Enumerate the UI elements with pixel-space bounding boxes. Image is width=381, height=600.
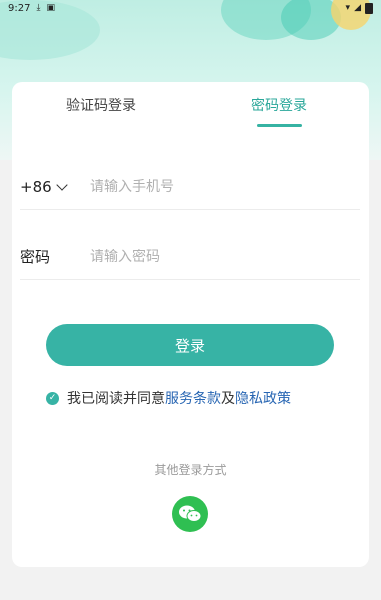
password-row: 密码: [20, 234, 360, 280]
active-tab-indicator: [257, 124, 302, 127]
notification-icon: ▣: [46, 3, 55, 13]
other-login-title: 其他登录方式: [154, 463, 227, 477]
tab-sms-login[interactable]: 验证码登录: [66, 95, 136, 115]
country-code-selector[interactable]: +86: [20, 178, 90, 196]
wechat-icon: [179, 505, 202, 522]
signal-icon: ◢: [354, 3, 361, 13]
terms-link[interactable]: 服务条款: [165, 388, 221, 408]
privacy-link[interactable]: 隐私政策: [235, 388, 291, 408]
battery-icon: [365, 2, 373, 14]
phone-row: +86: [20, 164, 360, 210]
agreement-checkbox[interactable]: ✓: [46, 391, 59, 405]
tab-password-login[interactable]: 密码登录: [251, 95, 307, 115]
login-card: 验证码登录 密码登录 +86 密码 登录 ✓ 我已阅读并同意 服务条款 及 隐私…: [12, 82, 369, 567]
agreement-conjunction: 及: [221, 391, 235, 407]
agreement-row: ✓ 我已阅读并同意 服务条款 及 隐私政策: [46, 388, 291, 408]
login-tabs: 验证码登录 密码登录: [12, 82, 369, 130]
status-bar: 9:27 ⤓ ▣ ▾ ◢: [0, 0, 381, 16]
wechat-login-button[interactable]: [172, 496, 208, 532]
status-time: 9:27: [8, 2, 31, 14]
agreement-prefix: 我已阅读并同意: [67, 391, 165, 407]
download-icon: ⤓: [36, 3, 41, 13]
password-label: 密码: [20, 248, 51, 266]
country-code: +86: [20, 177, 52, 196]
phone-input[interactable]: [90, 178, 360, 195]
password-input[interactable]: [90, 248, 360, 265]
chevron-down-icon: [55, 178, 68, 191]
wifi-icon: ▾: [345, 3, 351, 13]
login-button[interactable]: 登录: [46, 324, 334, 366]
